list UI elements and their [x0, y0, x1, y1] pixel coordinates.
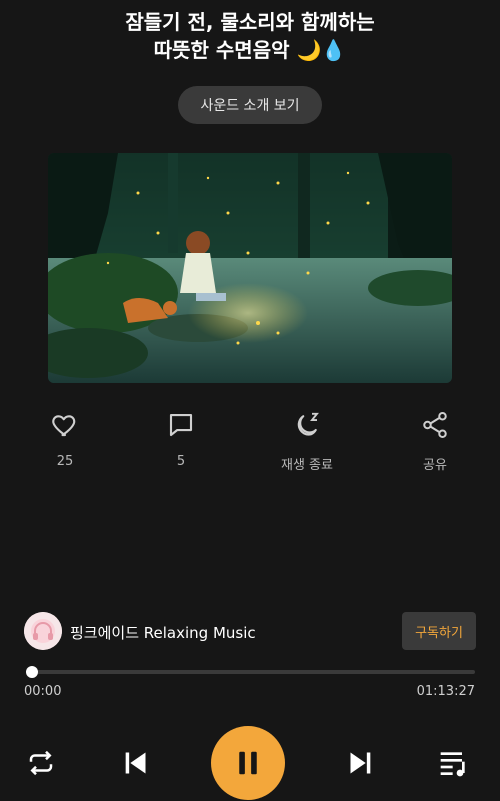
track-title: 잠들기 전, 물소리와 함께하는 따뜻한 수면음악 🌙💧 [0, 8, 500, 64]
comment-icon [169, 413, 193, 437]
playlist-button[interactable] [436, 746, 472, 780]
pause-button[interactable] [211, 726, 285, 800]
headphones-logo-icon [24, 612, 62, 650]
comment-count: 5 [176, 454, 186, 469]
sleep-timer-icon [297, 412, 319, 436]
repeat-button[interactable] [24, 746, 58, 780]
track-title-line-2: 따뜻한 수면음악 🌙💧 [153, 38, 347, 62]
skip-previous-icon [125, 752, 146, 774]
current-time: 00:00 [24, 684, 62, 699]
sound-intro-button[interactable]: 사운드 소개 보기 [178, 86, 322, 124]
subscribe-button[interactable]: 구독하기 [402, 612, 476, 650]
share-action[interactable]: 공유 [395, 408, 475, 473]
next-button[interactable] [344, 746, 378, 780]
like-action[interactable]: 25 [25, 408, 105, 469]
heart-icon [52, 415, 76, 437]
playback-controls [0, 722, 500, 801]
progress-knob[interactable] [26, 666, 38, 678]
channel-avatar[interactable] [24, 612, 62, 650]
share-icon [423, 412, 447, 438]
previous-button[interactable] [118, 746, 152, 780]
share-label: 공유 [423, 458, 447, 473]
track-title-line-1: 잠들기 전, 물소리와 함께하는 [125, 10, 375, 34]
forest-pond-illustration [48, 153, 452, 383]
album-artwork [48, 153, 452, 383]
channel-name[interactable]: 핑크에이드 Relaxing Music [70, 622, 256, 643]
repeat-icon [29, 750, 53, 776]
channel-row: 핑크에이드 Relaxing Music 구독하기 [24, 612, 476, 652]
skip-next-icon [350, 752, 371, 774]
track-actions: 25 5 재생 종료 공유 [0, 408, 500, 478]
like-count: 25 [56, 454, 74, 469]
playlist-icon [440, 752, 465, 777]
sleep-timer-action[interactable]: 재생 종료 [267, 408, 347, 473]
pause-icon [239, 751, 257, 775]
sleep-timer-label: 재생 종료 [281, 458, 333, 473]
comment-action[interactable]: 5 [141, 408, 221, 469]
progress-bar[interactable] [26, 666, 475, 678]
total-time: 01:13:27 [416, 684, 475, 699]
